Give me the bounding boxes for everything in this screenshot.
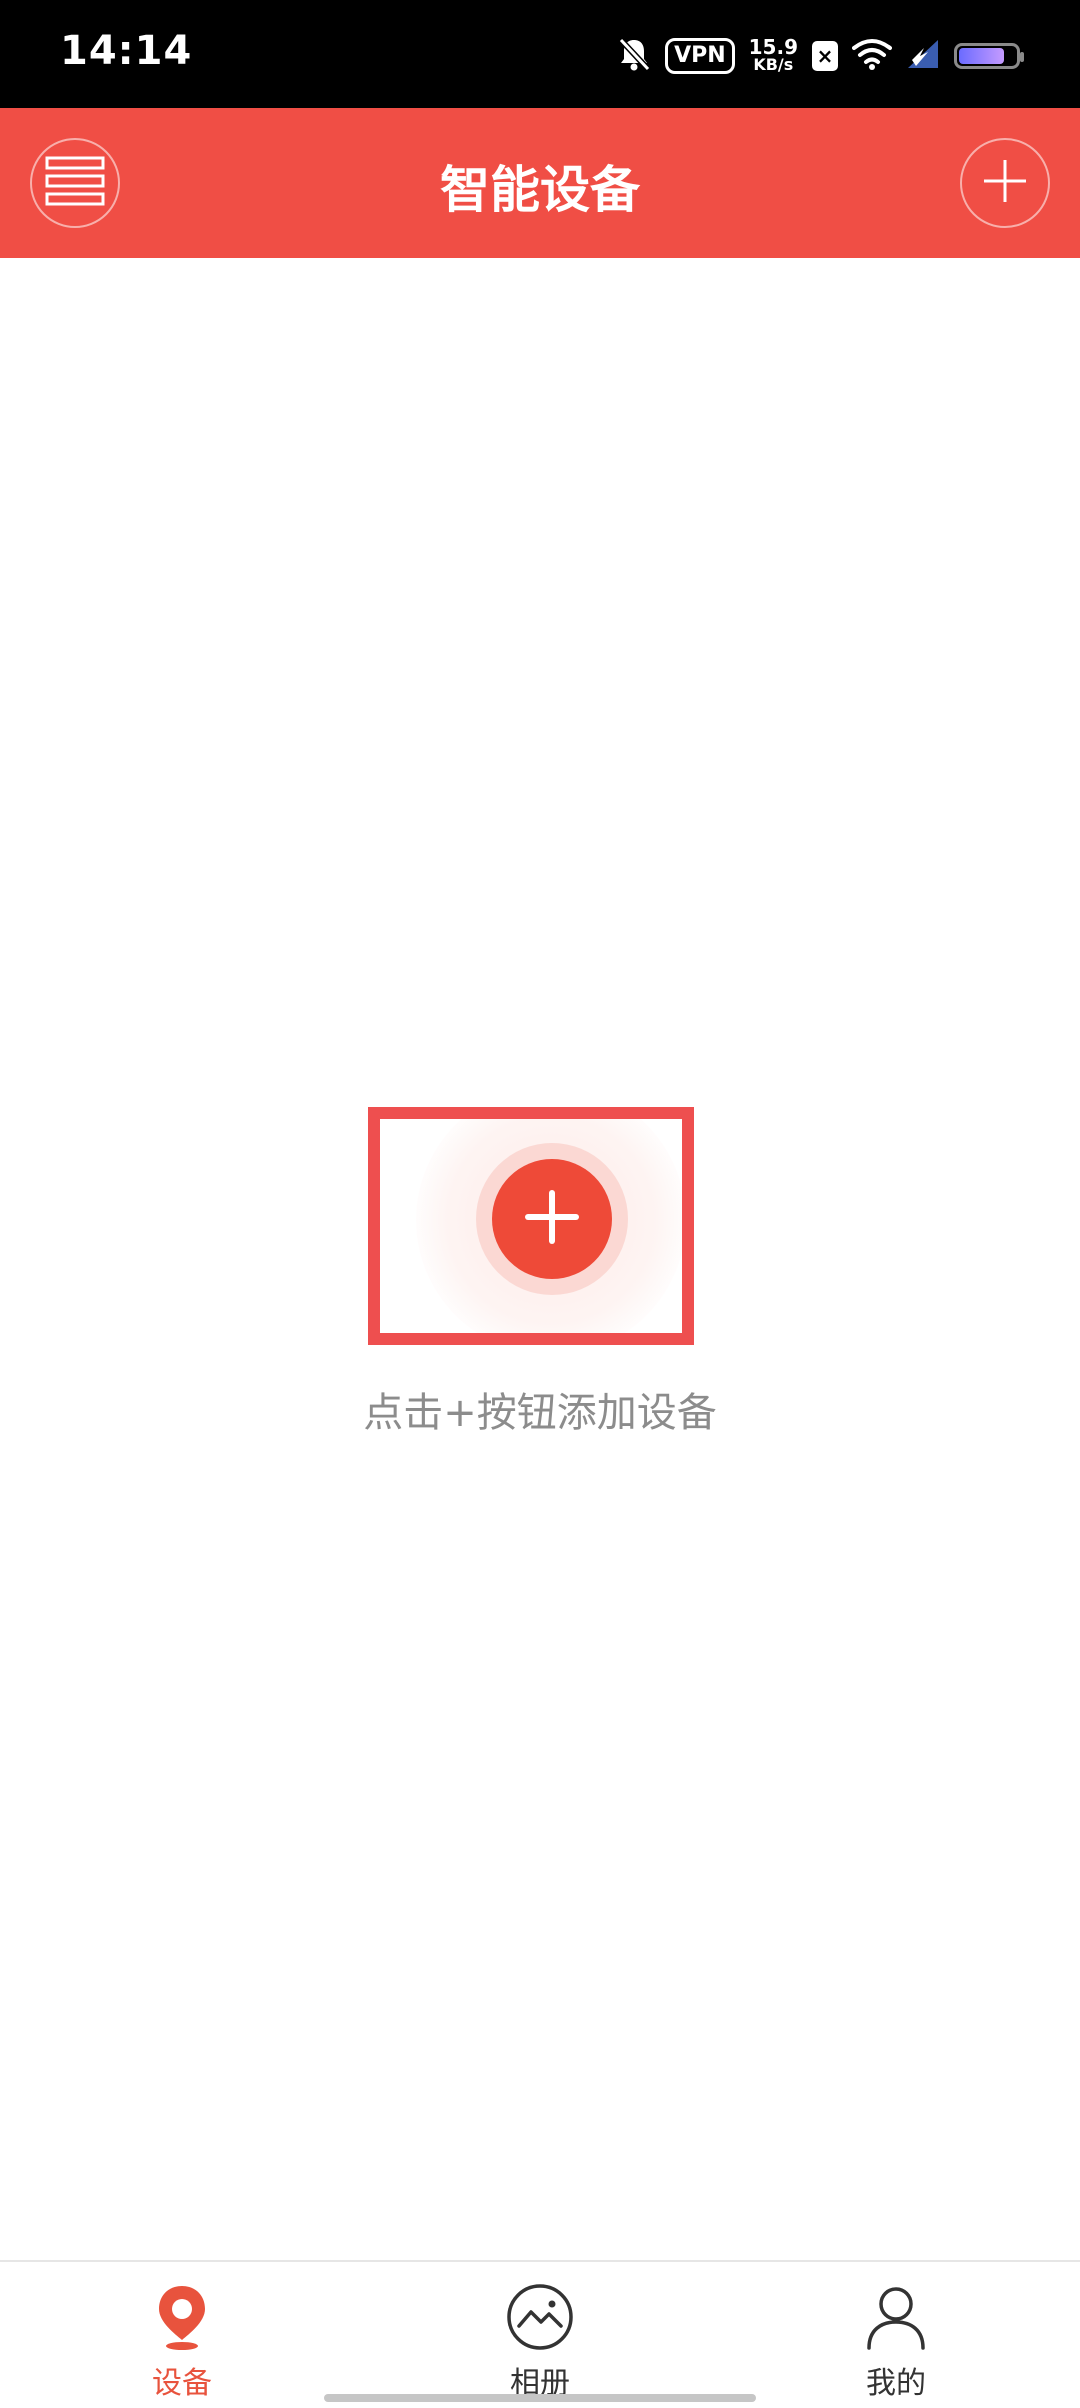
vpn-badge: VPN [665, 38, 735, 74]
nav-item-mine[interactable]: 我的 [806, 2282, 986, 2402]
add-device-button[interactable] [492, 1159, 612, 1279]
screen: 14:14 VPN 15.9 KB/s × 智能设备 点击+按钮添加设备 设备 … [0, 0, 1080, 2408]
plus-icon [522, 1187, 582, 1251]
app-header: 智能设备 [0, 108, 1080, 258]
add-device-highlight [368, 1107, 694, 1345]
page-title: 智能设备 [440, 161, 640, 219]
network-speed-value: 15.9 [748, 35, 798, 59]
bottom-nav: 设备 相册 我的 [0, 2260, 1080, 2408]
nav-label: 我的 [866, 2366, 926, 2401]
mute-bell-icon [617, 36, 651, 76]
add-device-header-button[interactable] [960, 138, 1050, 228]
location-pin-icon [147, 2282, 217, 2352]
status-icons: VPN 15.9 KB/s × [617, 34, 1024, 78]
person-icon [861, 2282, 931, 2352]
status-bar: 14:14 VPN 15.9 KB/s × [0, 0, 1080, 108]
network-speed-unit: KB/s [753, 55, 794, 74]
album-icon [505, 2282, 575, 2352]
nav-label: 设备 [152, 2366, 212, 2401]
battery-icon [954, 43, 1024, 69]
empty-hint-text: 点击+按钮添加设备 [363, 1390, 717, 1436]
home-indicator[interactable] [324, 2394, 756, 2402]
notification-x-icon: × [812, 41, 838, 71]
battery-fill [959, 48, 1004, 64]
network-speed: 15.9 KB/s [748, 35, 798, 74]
nav-item-devices[interactable]: 设备 [92, 2282, 272, 2402]
nav-item-album[interactable]: 相册 [450, 2282, 630, 2402]
wifi-icon [852, 37, 892, 75]
signal-icon [906, 38, 940, 74]
status-time: 14:14 [60, 28, 193, 74]
plus-icon [980, 156, 1030, 210]
